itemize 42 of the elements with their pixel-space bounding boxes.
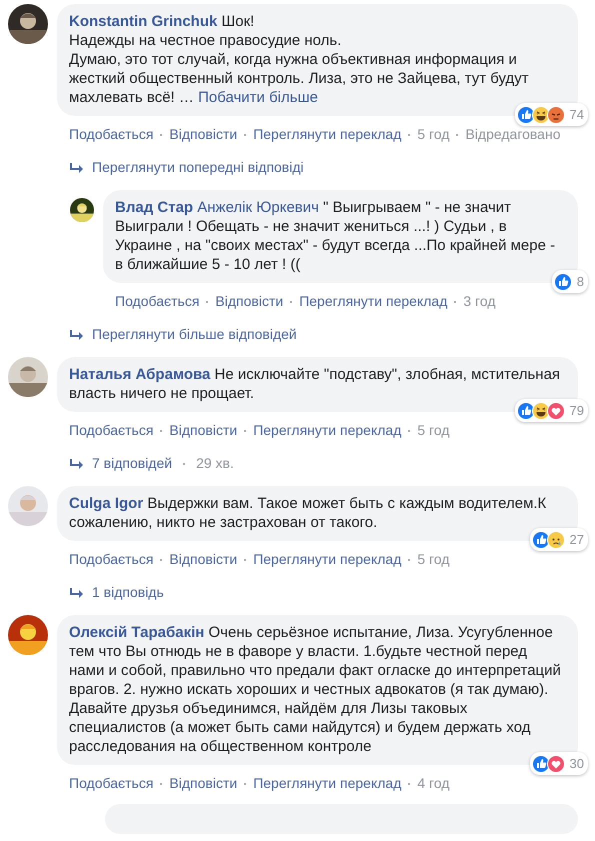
action-link[interactable]: Відповісти (215, 291, 284, 312)
replies-link[interactable]: Переглянути попередні відповіді (92, 157, 304, 178)
action-link[interactable]: Переглянути переклад (299, 291, 448, 312)
action-link[interactable]: Відповісти (169, 549, 238, 570)
timestamp[interactable]: 4 год (417, 773, 450, 794)
action-link[interactable]: Подобається (69, 124, 154, 145)
replies-link[interactable]: 7 відповідей (92, 453, 172, 474)
timestamp[interactable]: 5 год (417, 124, 450, 145)
action-link[interactable]: Переглянути переклад (253, 773, 402, 794)
action-link[interactable]: Відповісти (169, 773, 238, 794)
edited-label[interactable]: Відредаговано (465, 124, 560, 145)
author-link[interactable]: Culga Igor (69, 495, 144, 512)
action-link[interactable]: Відповісти (169, 124, 238, 145)
replies-link[interactable]: Переглянути більше відповідей (92, 324, 297, 345)
timestamp[interactable]: 5 год (417, 420, 450, 441)
author-link[interactable]: Олексій Тарабакін (69, 624, 204, 641)
reply-arrow-icon (70, 586, 84, 598)
reactions-badge[interactable]: 27 (530, 528, 588, 551)
action-link[interactable]: Подобається (69, 420, 154, 441)
action-link[interactable]: Переглянути переклад (253, 420, 402, 441)
action-link[interactable]: Подобається (69, 549, 154, 570)
mention-link[interactable]: Анжелік Юркевич (197, 199, 319, 216)
replies-link[interactable]: 1 відповідь (92, 582, 164, 603)
reply-arrow-icon (70, 328, 84, 340)
action-link[interactable]: Подобається (115, 291, 200, 312)
action-link[interactable]: Подобається (69, 773, 154, 794)
reactions-badge[interactable]: 8 (552, 270, 588, 293)
timestamp[interactable]: 5 год (417, 549, 450, 570)
author-link[interactable]: Наталья Абрамова (69, 366, 210, 383)
reactions-badge[interactable]: 74 (514, 103, 588, 126)
action-link[interactable]: Переглянути переклад (253, 124, 402, 145)
action-link[interactable]: Відповісти (169, 420, 238, 441)
timestamp[interactable]: 3 год (463, 291, 496, 312)
see-more-link[interactable]: Побачити більше (198, 89, 318, 106)
reply-arrow-icon (70, 458, 84, 470)
reactions-badge[interactable]: 79 (514, 399, 588, 422)
author-link[interactable]: Влад Стар (115, 199, 194, 216)
action-link[interactable]: Переглянути переклад (253, 549, 402, 570)
reply-arrow-icon (70, 162, 84, 174)
reactions-badge[interactable]: 30 (530, 752, 588, 775)
timestamp: 29 хв. (196, 454, 234, 473)
author-link[interactable]: Konstantin Grinchuk (69, 13, 218, 30)
